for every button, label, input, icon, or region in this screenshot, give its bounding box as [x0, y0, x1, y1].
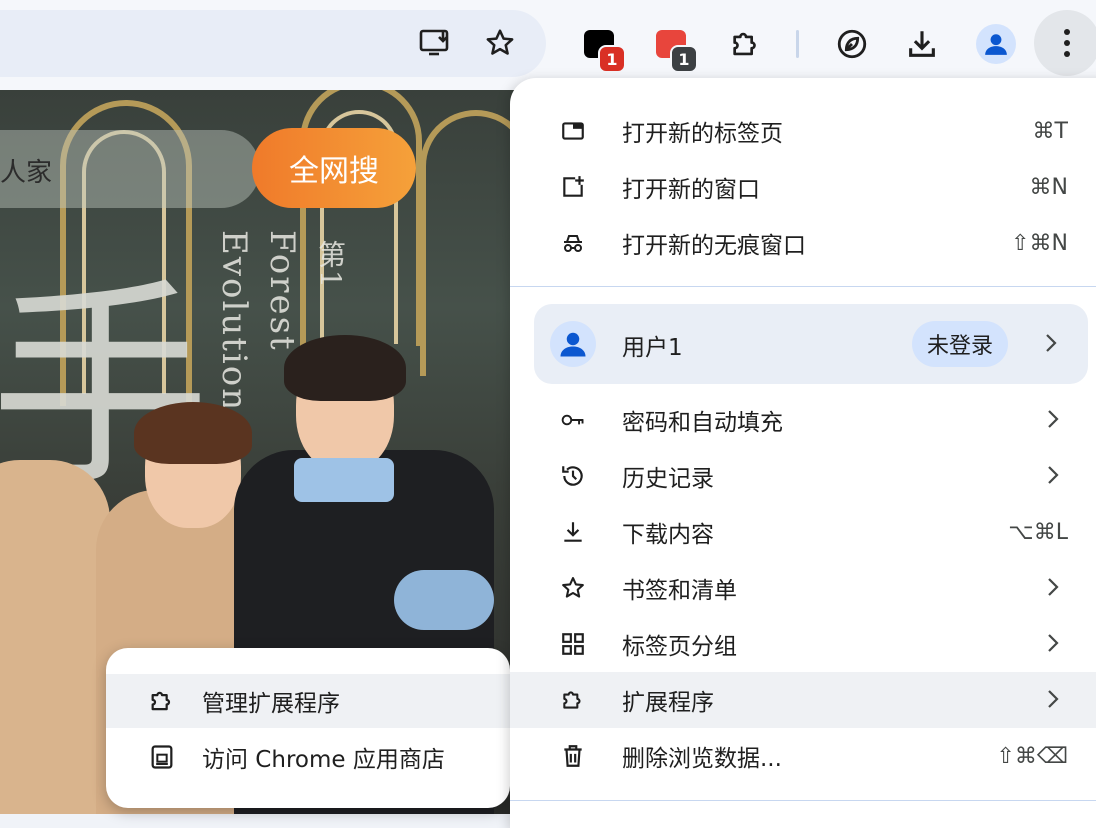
manage-extensions-label: 管理扩展程序 [202, 691, 340, 717]
chevron-right-icon [1046, 576, 1060, 602]
extension-2-badge: 1 [670, 45, 698, 73]
install-app-icon[interactable] [418, 25, 454, 61]
visit-web-store-item[interactable]: 访问 Chrome 应用商店 [106, 730, 510, 784]
page-search-button[interactable]: 全网搜 [252, 128, 416, 208]
new-tab-icon [560, 118, 586, 144]
download-icon[interactable] [898, 20, 946, 68]
chevron-right-icon [1044, 332, 1058, 358]
menu-item-extensions[interactable]: 扩展程序 [510, 672, 1096, 728]
extensions-submenu: 管理扩展程序 访问 Chrome 应用商店 [106, 648, 510, 808]
menu-item-shortcut: ⇧⌘⌫ [996, 743, 1068, 769]
address-bar[interactable] [0, 10, 546, 77]
toolbar-separator [796, 30, 799, 58]
background-vertical-text: Forest [262, 230, 302, 352]
extension-puzzle-icon[interactable] [722, 20, 770, 68]
chevron-right-icon [1046, 688, 1060, 714]
chevron-right-icon [1046, 464, 1060, 490]
menu-item-shortcut: ⌘T [1032, 118, 1068, 144]
incognito-icon [560, 230, 586, 256]
menu-item-downloads[interactable]: 下载内容 ⌥⌘L [510, 504, 1096, 560]
page-search-text: 人家 [0, 158, 53, 188]
extension-puzzle-icon [560, 687, 586, 713]
more-menu-icon[interactable] [1034, 10, 1096, 76]
menu-item-label: 打开新的标签页 [622, 121, 783, 147]
background-vertical-text: 第1 [314, 240, 347, 290]
manage-extensions-item[interactable]: 管理扩展程序 [106, 674, 510, 728]
visit-web-store-label: 访问 Chrome 应用商店 [202, 747, 445, 773]
chevron-right-icon [1046, 408, 1060, 434]
profile-name: 用户1 [622, 335, 683, 361]
tab-groups-icon [560, 631, 586, 657]
menu-item-bookmarks[interactable]: 书签和清单 [510, 560, 1096, 616]
menu-item-history[interactable]: 历史记录 [510, 448, 1096, 504]
menu-item-new-tab[interactable]: 打开新的标签页 ⌘T [510, 103, 1096, 159]
menu-item-label: 密码和自动填充 [622, 410, 783, 436]
menu-divider [510, 286, 1096, 287]
menu-item-shortcut: ⌘N [1029, 174, 1068, 200]
chevron-right-icon [1046, 632, 1060, 658]
extension-puzzle-icon [148, 687, 176, 719]
menu-item-passwords[interactable]: 密码和自动填充 [510, 392, 1096, 448]
menu-item-incognito[interactable]: 打开新的无痕窗口 ⇧⌘N [510, 215, 1096, 271]
menu-item-label: 历史记录 [622, 466, 714, 492]
history-icon [560, 463, 586, 489]
performance-leaf-icon[interactable] [828, 20, 876, 68]
new-window-icon [560, 174, 586, 200]
menu-item-shortcut: ⌥⌘L [1008, 519, 1068, 545]
menu-item-label: 扩展程序 [622, 690, 714, 716]
background-arch [420, 110, 520, 376]
menu-item-tab-groups[interactable]: 标签页分组 [510, 616, 1096, 672]
browser-toolbar: 1 1 [0, 0, 1096, 90]
menu-item-label: 标签页分组 [622, 634, 737, 660]
background-vertical-text: Evolution [214, 230, 254, 413]
chrome-main-menu: 打开新的标签页 ⌘T 打开新的窗口 ⌘N 打开新的无痕窗口 ⇧⌘N 用户1 未登… [510, 78, 1096, 828]
profile-avatar-icon [550, 321, 596, 367]
menu-item-shortcut: ⇧⌘N [1011, 230, 1068, 256]
menu-item-label: 书签和清单 [622, 578, 737, 604]
trash-icon [560, 743, 586, 769]
menu-item-label: 删除浏览数据... [622, 746, 782, 772]
profile-sign-in-status[interactable]: 未登录 [912, 321, 1008, 367]
download-icon [560, 519, 586, 545]
menu-item-label: 打开新的无痕窗口 [622, 233, 806, 259]
menu-item-label: 下载内容 [622, 522, 714, 548]
key-icon [560, 407, 586, 433]
profile-avatar-icon[interactable] [976, 24, 1016, 64]
profile-row[interactable]: 用户1 未登录 [534, 304, 1088, 384]
web-store-icon [148, 743, 176, 775]
menu-item-label: 打开新的窗口 [622, 177, 760, 203]
bookmark-star-icon[interactable] [482, 25, 518, 61]
menu-item-new-window[interactable]: 打开新的窗口 ⌘N [510, 159, 1096, 215]
menu-divider [510, 800, 1096, 801]
extension-1-badge: 1 [598, 45, 626, 73]
star-icon [560, 575, 586, 601]
menu-item-clear-browsing-data[interactable]: 删除浏览数据... ⇧⌘⌫ [510, 728, 1096, 784]
